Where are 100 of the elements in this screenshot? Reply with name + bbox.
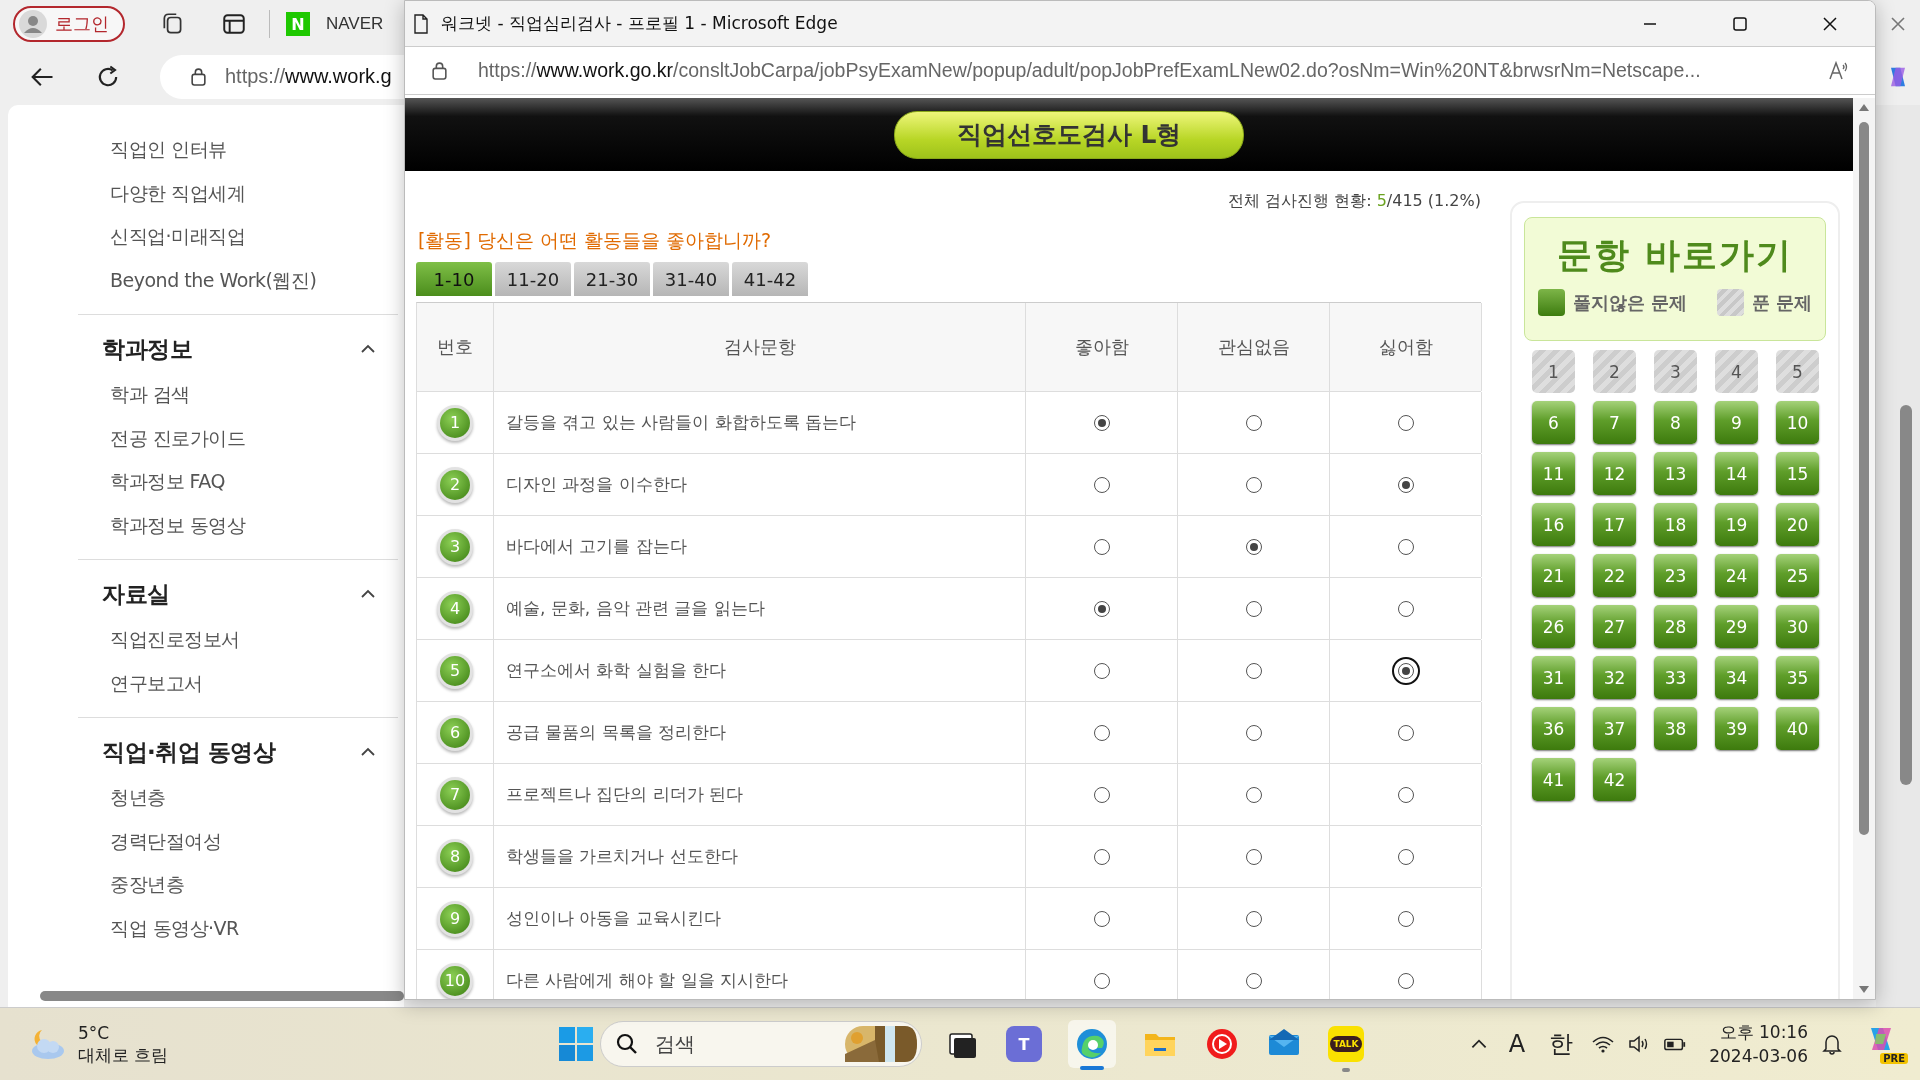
chevron-up-icon[interactable] <box>360 344 376 354</box>
page-tab[interactable]: 41-42 <box>732 262 808 296</box>
question-jump-button[interactable]: 29 <box>1715 605 1758 648</box>
question-jump-button[interactable]: 24 <box>1715 554 1758 597</box>
question-jump-button[interactable]: 14 <box>1715 452 1758 495</box>
radio-button[interactable] <box>1397 848 1414 865</box>
radio-button[interactable] <box>1245 476 1262 493</box>
question-jump-button[interactable]: 40 <box>1776 707 1819 750</box>
question-jump-button[interactable]: 31 <box>1532 656 1575 699</box>
question-jump-button[interactable]: 36 <box>1532 707 1575 750</box>
language-indicator[interactable]: 한 <box>1549 1028 1574 1061</box>
question-jump-button[interactable]: 3 <box>1654 350 1697 393</box>
chat-app-icon[interactable]: TALK <box>1328 1026 1364 1063</box>
teams-icon[interactable]: T <box>1006 1026 1042 1063</box>
sidebar-link[interactable]: 학과정보 FAQ <box>78 460 398 504</box>
input-mode-indicator[interactable]: A <box>1508 1030 1526 1059</box>
sidebar-link[interactable]: 다양한 직업세계 <box>8 171 404 215</box>
question-jump-button[interactable]: 11 <box>1532 452 1575 495</box>
question-jump-button[interactable]: 30 <box>1776 605 1819 648</box>
question-jump-button[interactable]: 4 <box>1715 350 1758 393</box>
radio-button[interactable] <box>1093 848 1110 865</box>
radio-button[interactable] <box>1245 538 1262 555</box>
question-jump-button[interactable]: 15 <box>1776 452 1819 495</box>
question-jump-button[interactable]: 23 <box>1654 554 1697 597</box>
sidebar-link[interactable]: 중장년층 <box>78 863 398 907</box>
radio-button[interactable] <box>1245 724 1262 741</box>
question-jump-button[interactable]: 34 <box>1715 656 1758 699</box>
radio-button[interactable] <box>1093 972 1110 989</box>
radio-button[interactable] <box>1093 476 1110 493</box>
login-button[interactable]: 로그인 <box>13 6 125 42</box>
scroll-down-icon[interactable] <box>1858 985 1870 995</box>
sidebar-link[interactable]: 연구보고서 <box>78 661 398 705</box>
sidebar-link[interactable]: 직업 동영상·VR <box>78 906 398 950</box>
question-jump-button[interactable]: 33 <box>1654 656 1697 699</box>
page-tab[interactable]: 11-20 <box>495 262 571 296</box>
question-jump-button[interactable]: 35 <box>1776 656 1819 699</box>
question-jump-button[interactable]: 16 <box>1532 503 1575 546</box>
bell-icon[interactable] <box>1820 1033 1844 1056</box>
question-jump-button[interactable]: 5 <box>1776 350 1819 393</box>
horizontal-scrollbar[interactable] <box>40 991 404 1002</box>
question-jump-button[interactable]: 2 <box>1593 350 1636 393</box>
sidebar-link[interactable]: 경력단절여성 <box>78 819 398 863</box>
radio-button[interactable] <box>1245 600 1262 617</box>
sidebar-link[interactable]: 학과정보 동영상 <box>78 503 398 547</box>
radio-button[interactable] <box>1245 662 1262 679</box>
question-jump-button[interactable]: 18 <box>1654 503 1697 546</box>
question-jump-button[interactable]: 13 <box>1654 452 1697 495</box>
section-heading[interactable]: 직업·취업 동영상 <box>102 736 276 768</box>
tab-icon[interactable] <box>221 11 247 37</box>
question-jump-button[interactable]: 37 <box>1593 707 1636 750</box>
search-box[interactable]: 검색 <box>600 1021 922 1068</box>
question-jump-button[interactable]: 21 <box>1532 554 1575 597</box>
scroll-up-icon[interactable] <box>1858 102 1870 112</box>
question-jump-button[interactable]: 6 <box>1532 401 1575 444</box>
radio-button[interactable] <box>1397 910 1414 927</box>
radio-button[interactable] <box>1245 972 1262 989</box>
radio-button[interactable] <box>1093 538 1110 555</box>
radio-button[interactable] <box>1093 662 1110 679</box>
sidebar-link[interactable]: 신직업·미래직업 <box>8 215 404 259</box>
sidebar-link[interactable]: 전공 진로가이드 <box>78 416 398 460</box>
question-jump-button[interactable]: 27 <box>1593 605 1636 648</box>
vertical-scrollbar[interactable] <box>1876 105 1920 1008</box>
radio-button[interactable] <box>1093 786 1110 803</box>
chevron-up-icon[interactable] <box>360 589 376 599</box>
question-jump-button[interactable]: 7 <box>1593 401 1636 444</box>
question-jump-button[interactable]: 42 <box>1593 758 1636 801</box>
question-jump-button[interactable]: 9 <box>1715 401 1758 444</box>
radio-button[interactable] <box>1245 910 1262 927</box>
clock-button[interactable]: 오후 10:16 2024-03-06 <box>1709 1020 1808 1069</box>
radio-button[interactable] <box>1397 414 1414 431</box>
radio-button[interactable] <box>1397 476 1414 493</box>
question-jump-button[interactable]: 19 <box>1715 503 1758 546</box>
chevron-up-icon[interactable] <box>360 747 376 757</box>
page-tab[interactable]: 1-10 <box>416 262 492 296</box>
question-jump-button[interactable]: 39 <box>1715 707 1758 750</box>
radio-button[interactable] <box>1245 848 1262 865</box>
sidebar-link[interactable]: 청년층 <box>78 776 398 820</box>
question-jump-button[interactable]: 22 <box>1593 554 1636 597</box>
radio-button[interactable] <box>1397 724 1414 741</box>
radio-button[interactable] <box>1093 600 1110 617</box>
search-field[interactable]: 검색 <box>653 1031 845 1058</box>
radio-button[interactable] <box>1397 600 1414 617</box>
question-jump-button[interactable]: 25 <box>1776 554 1819 597</box>
start-icon[interactable] <box>558 1026 594 1063</box>
question-jump-button[interactable]: 38 <box>1654 707 1697 750</box>
question-jump-button[interactable]: 28 <box>1654 605 1697 648</box>
question-jump-button[interactable]: 1 <box>1532 350 1575 393</box>
sidebar-link[interactable]: 학과 검색 <box>78 373 398 417</box>
question-jump-button[interactable]: 17 <box>1593 503 1636 546</box>
radio-button[interactable] <box>1093 724 1110 741</box>
question-jump-button[interactable]: 26 <box>1532 605 1575 648</box>
question-jump-button[interactable]: 10 <box>1776 401 1819 444</box>
question-jump-button[interactable]: 32 <box>1593 656 1636 699</box>
page-tab[interactable]: 21-30 <box>574 262 650 296</box>
question-jump-button[interactable]: 12 <box>1593 452 1636 495</box>
radio-button[interactable] <box>1397 538 1414 555</box>
question-jump-button[interactable]: 8 <box>1654 401 1697 444</box>
sidebar-link[interactable]: 직업인 인터뷰 <box>8 128 404 172</box>
radio-button[interactable] <box>1397 972 1414 989</box>
section-heading[interactable]: 학과정보 <box>102 333 192 365</box>
